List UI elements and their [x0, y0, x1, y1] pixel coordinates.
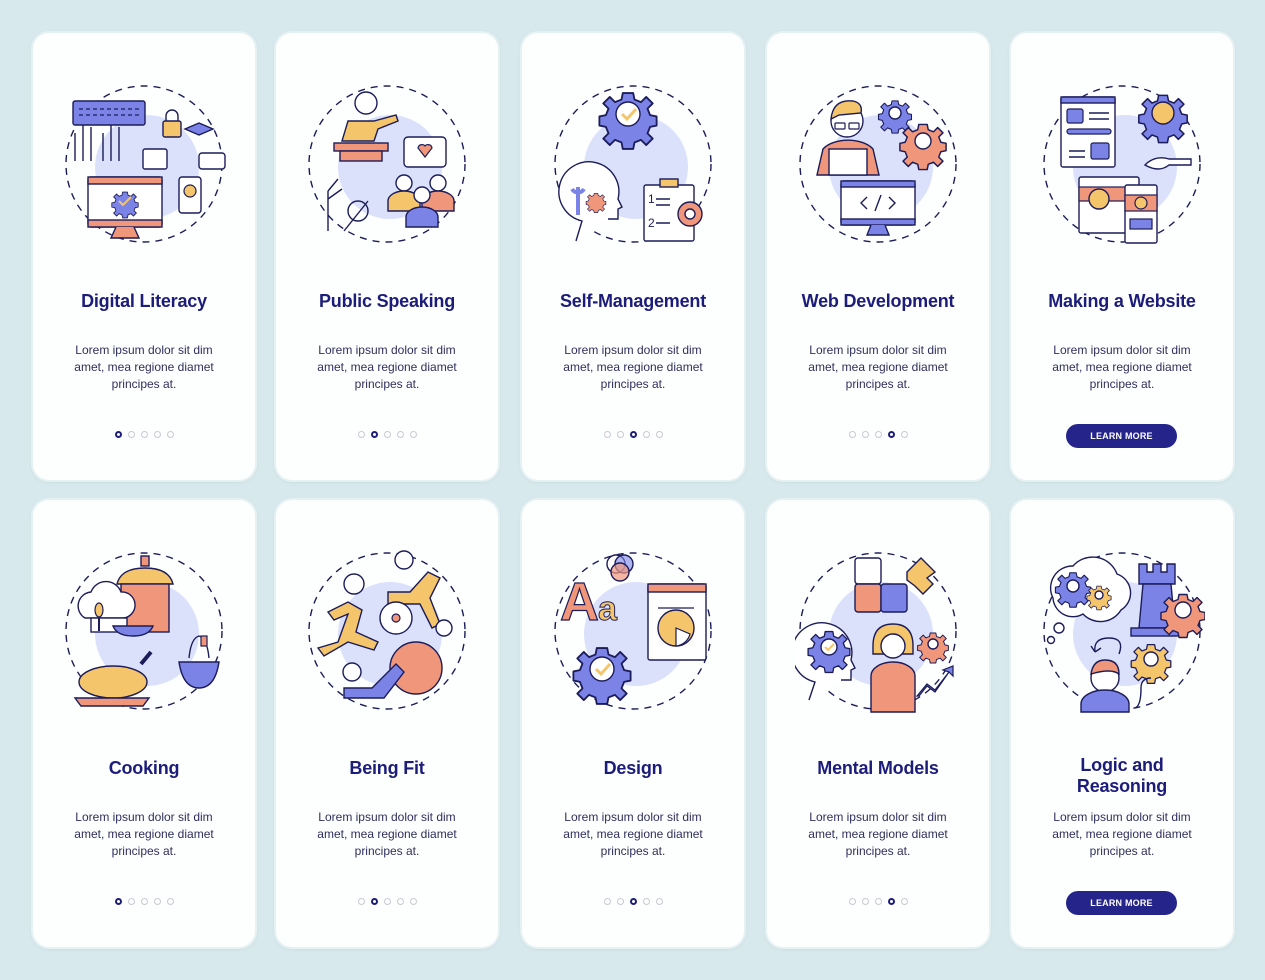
card-title: Mental Models — [817, 758, 939, 778]
pagination-dot-3[interactable] — [629, 431, 637, 438]
pagination-dot-2[interactable] — [616, 898, 624, 905]
pagination-dot-5[interactable] — [655, 898, 663, 905]
card-description: Lorem ipsum dolor sit dim amet, mea regi… — [1052, 810, 1192, 858]
pagination-dot-5[interactable] — [409, 898, 417, 905]
pagination-dot-3[interactable] — [383, 431, 391, 438]
pagination-dot-1[interactable] — [114, 431, 122, 438]
pagination-dot-4[interactable] — [153, 898, 161, 905]
pagination-dot-1[interactable] — [603, 898, 611, 905]
pagination-dot-1[interactable] — [357, 898, 365, 905]
pagination-dots — [33, 898, 255, 905]
svg-text:A: A — [560, 572, 599, 632]
onboarding-card-digital-literacy: Digital Literacy Lorem ipsum dolor sit d… — [33, 33, 255, 480]
pagination-dot-1[interactable] — [848, 431, 856, 438]
pagination-dots — [33, 431, 255, 438]
card-title: Web Development — [801, 291, 955, 311]
digital-literacy-illustration — [61, 81, 227, 247]
onboarding-card-web-development: Web Development Lorem ipsum dolor sit di… — [767, 33, 989, 480]
svg-text:a: a — [598, 590, 618, 628]
pagination-dot-4[interactable] — [887, 431, 895, 438]
being-fit-illustration — [304, 548, 470, 714]
pagination-dot-3[interactable] — [140, 898, 148, 905]
pagination-dot-1[interactable] — [114, 898, 122, 905]
card-description: Lorem ipsum dolor sit dim amet, mea regi… — [74, 810, 214, 858]
pagination-dots — [276, 431, 498, 438]
pagination-dot-5[interactable] — [166, 898, 174, 905]
pagination-dot-5[interactable] — [900, 898, 908, 905]
pagination-dot-3[interactable] — [629, 898, 637, 905]
pagination-dot-4[interactable] — [396, 431, 404, 438]
pagination-dot-1[interactable] — [848, 898, 856, 905]
learn-more-button[interactable]: LEARN MORE — [1066, 891, 1177, 915]
pagination-dots — [767, 898, 989, 905]
pagination-dot-3[interactable] — [874, 898, 882, 905]
web-development-illustration — [795, 81, 961, 247]
pagination-dot-4[interactable] — [887, 898, 895, 905]
card-description: Lorem ipsum dolor sit dim amet, mea regi… — [808, 343, 948, 391]
card-description: Lorem ipsum dolor sit dim amet, mea regi… — [74, 343, 214, 391]
cooking-illustration — [61, 548, 227, 714]
design-illustration: A a — [550, 548, 716, 714]
pagination-dots — [522, 431, 744, 438]
card-title: Self-Management — [559, 291, 707, 311]
pagination-dot-2[interactable] — [861, 898, 869, 905]
onboarding-card-cooking: Cooking Lorem ipsum dolor sit dim amet, … — [33, 500, 255, 947]
pagination-dot-3[interactable] — [874, 431, 882, 438]
card-title: Making a Website — [1048, 291, 1196, 311]
pagination-dot-2[interactable] — [370, 898, 378, 905]
card-description: Lorem ipsum dolor sit dim amet, mea regi… — [563, 343, 703, 391]
onboarding-card-being-fit: Being Fit Lorem ipsum dolor sit dim amet… — [276, 500, 498, 947]
pagination-dot-2[interactable] — [861, 431, 869, 438]
card-description: Lorem ipsum dolor sit dim amet, mea regi… — [563, 810, 703, 858]
card-description: Lorem ipsum dolor sit dim amet, mea regi… — [317, 343, 457, 391]
self-management-illustration: 1 2 — [550, 81, 716, 247]
onboarding-card-public-speaking: Public Speaking Lorem ipsum dolor sit di… — [276, 33, 498, 480]
onboarding-card-mental-models: Mental Models Lorem ipsum dolor sit dim … — [767, 500, 989, 947]
pagination-dot-2[interactable] — [127, 431, 135, 438]
pagination-dot-1[interactable] — [357, 431, 365, 438]
card-description: Lorem ipsum dolor sit dim amet, mea regi… — [317, 810, 457, 858]
svg-text:1: 1 — [648, 192, 655, 206]
pagination-dot-1[interactable] — [603, 431, 611, 438]
pagination-dot-4[interactable] — [396, 898, 404, 905]
onboarding-card-self-management: 1 2 Self-Management Lorem ipsum dolor si… — [522, 33, 744, 480]
card-title: Logic and Reasoning — [1076, 755, 1168, 796]
pagination-dot-3[interactable] — [383, 898, 391, 905]
pagination-dot-4[interactable] — [642, 898, 650, 905]
pagination-dots — [767, 431, 989, 438]
pagination-dot-5[interactable] — [409, 431, 417, 438]
pagination-dot-5[interactable] — [166, 431, 174, 438]
making-a-website-illustration — [1039, 81, 1205, 247]
card-description: Lorem ipsum dolor sit dim amet, mea regi… — [808, 810, 948, 858]
onboarding-card-making-a-website: Making a Website Lorem ipsum dolor sit d… — [1011, 33, 1233, 480]
pagination-dots — [522, 898, 744, 905]
pagination-dot-2[interactable] — [370, 431, 378, 438]
pagination-dot-5[interactable] — [900, 431, 908, 438]
learn-more-button[interactable]: LEARN MORE — [1066, 424, 1177, 448]
onboarding-card-logic-and-reasoning: Logic and Reasoning Lorem ipsum dolor si… — [1011, 500, 1233, 947]
card-title: Digital Literacy — [81, 291, 207, 311]
public-speaking-illustration — [304, 81, 470, 247]
pagination-dots — [276, 898, 498, 905]
card-title: Design — [603, 758, 663, 778]
onboarding-card-design: A a Design Lorem ipsum dolor sit dim ame… — [522, 500, 744, 947]
mental-models-illustration — [795, 548, 961, 714]
pagination-dot-5[interactable] — [655, 431, 663, 438]
pagination-dot-3[interactable] — [140, 431, 148, 438]
pagination-dot-2[interactable] — [127, 898, 135, 905]
card-title: Public Speaking — [318, 291, 456, 311]
card-title: Being Fit — [349, 758, 425, 778]
logic-and-reasoning-illustration — [1039, 548, 1205, 714]
pagination-dot-4[interactable] — [642, 431, 650, 438]
pagination-dot-4[interactable] — [153, 431, 161, 438]
card-title: Cooking — [108, 758, 180, 778]
svg-text:2: 2 — [648, 216, 655, 230]
card-description: Lorem ipsum dolor sit dim amet, mea regi… — [1052, 343, 1192, 391]
pagination-dot-2[interactable] — [616, 431, 624, 438]
